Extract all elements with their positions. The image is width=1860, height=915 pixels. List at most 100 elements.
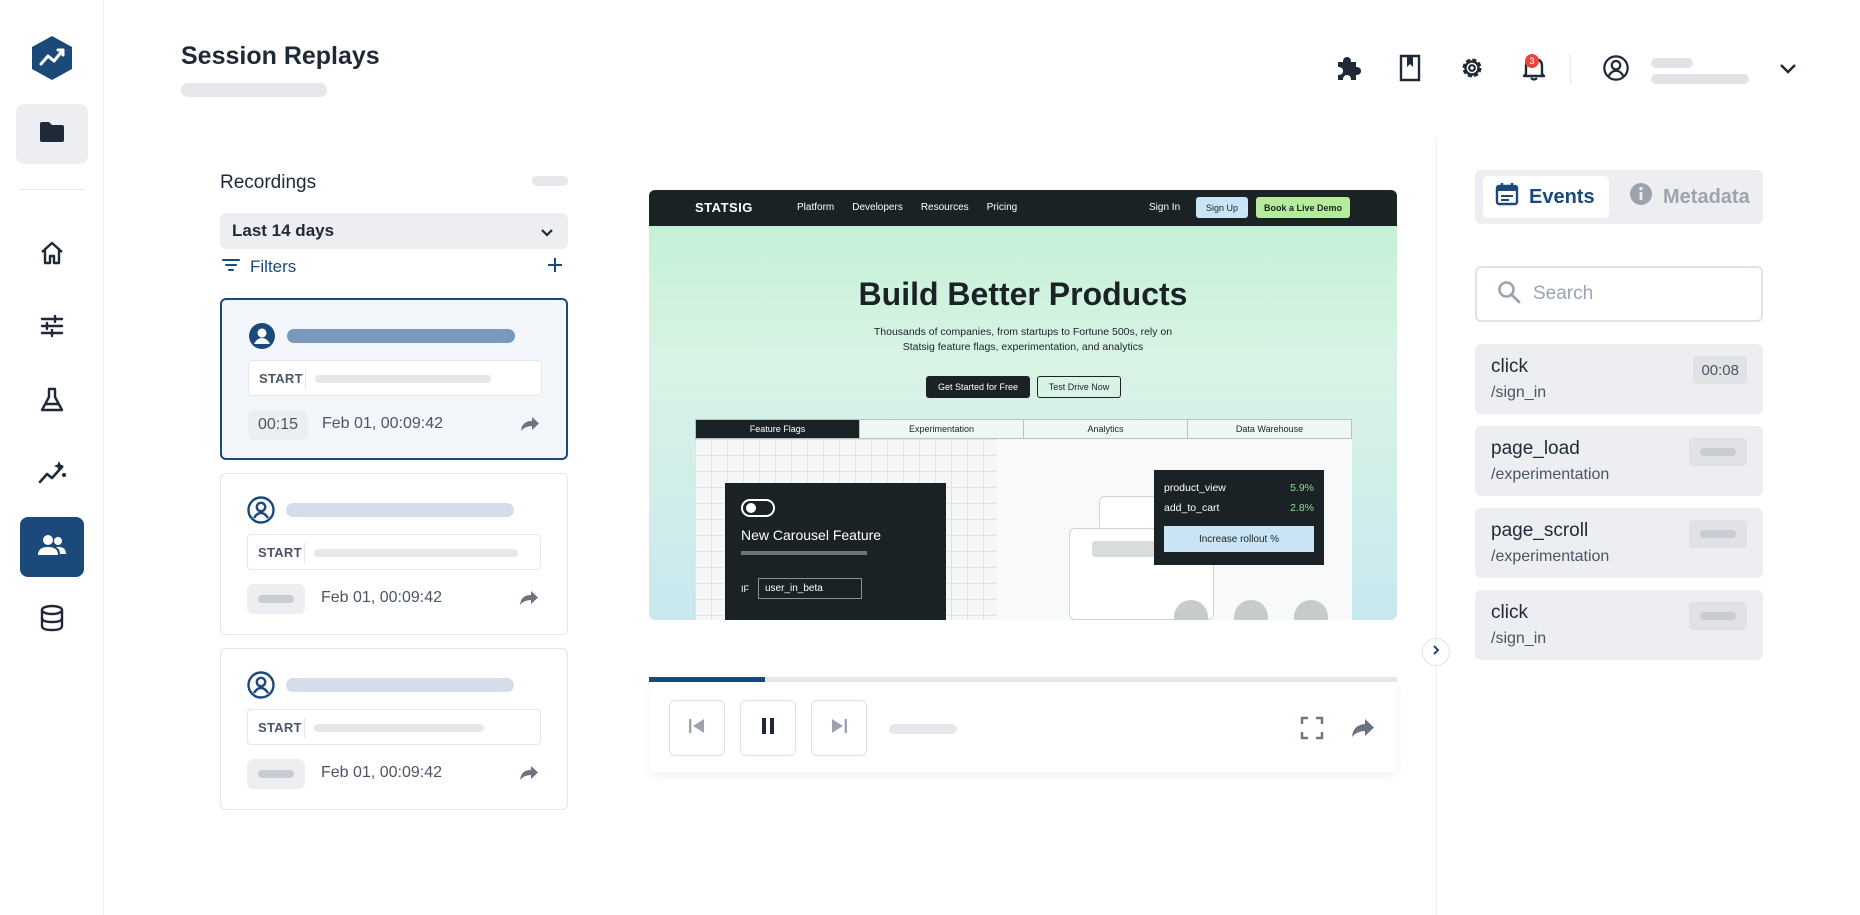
recording-timestamp: Feb 01, 00:09:42 [321,764,442,781]
sidebar-item-projects[interactable] [16,104,88,164]
replay-metric: add_to_cart 2.8% [1164,502,1314,514]
start-page-field: START [247,709,541,745]
replay-rollout-button: Increase rollout % [1164,526,1314,552]
start-page-field: START [248,360,542,396]
info-icon [1629,182,1653,212]
replay-condition-value: user_in_beta [758,578,862,599]
start-page-field: START [247,534,541,570]
event-item[interactable]: click /sign_in [1475,590,1763,660]
event-path: /experimentation [1491,548,1610,565]
sidebar-item-home[interactable] [20,225,84,285]
page-title: Session Replays [181,42,380,70]
duration-skeleton [247,584,305,614]
filters-button[interactable]: Filters [222,257,296,277]
chevron-down-icon [540,223,554,243]
user-name-skeleton [287,329,515,343]
tab-metadata[interactable]: Metadata [1617,176,1762,218]
puzzle-icon[interactable] [1334,54,1362,82]
search-input[interactable] [1533,283,1733,305]
sidebar-item-experiments[interactable] [20,372,84,432]
replay-viewport[interactable]: STATSIG Platform Developers Resources Pr… [649,190,1397,620]
event-path: /sign_in [1491,384,1547,401]
start-page-skeleton [314,549,518,557]
chevron-right-icon [1431,643,1441,661]
user-name-skeleton [286,678,514,692]
player-controls [649,682,1397,772]
metric-name: add_to_cart [1164,502,1220,514]
subtitle-skeleton [181,83,327,97]
skip-next-button[interactable] [811,700,867,756]
event-item[interactable]: page_scroll /experimentation [1475,508,1763,578]
event-name: click [1491,602,1528,623]
skip-previous-button[interactable] [669,700,725,756]
replay-feature-bar [741,551,867,555]
start-separator [304,718,305,738]
fullscreen-icon[interactable] [1298,714,1326,742]
sidebar-item-feature-gates[interactable] [20,298,84,358]
gear-icon[interactable] [1458,54,1486,82]
sidebar-item-users[interactable] [20,517,84,577]
share-icon[interactable] [520,416,540,437]
event-item[interactable]: click /sign_in 00:08 [1475,344,1763,414]
docs-book-icon[interactable] [1396,54,1424,82]
duration-skeleton [247,759,305,789]
filter-lines-icon [222,257,240,277]
pause-button[interactable] [740,700,796,756]
replay-nav-link: Pricing [986,202,1018,213]
recording-card[interactable]: START Feb 01, 00:09:42 [220,473,568,635]
user-name-skeleton [1651,58,1693,68]
tab-events[interactable]: Events [1483,176,1609,218]
add-filter-button[interactable] [544,256,566,278]
flask-icon [38,386,66,419]
pause-icon [759,716,777,741]
recording-card[interactable]: START Feb 01, 00:09:42 [220,648,568,810]
tab-metadata-label: Metadata [1663,185,1750,208]
recordings-count-skeleton [532,176,568,186]
user-name-skeleton [286,503,514,517]
recordings-title: Recordings [220,172,317,193]
event-name: page_scroll [1491,520,1589,541]
replay-nav-link: Platform [797,202,835,213]
event-search[interactable] [1475,266,1763,322]
start-page-skeleton [315,375,491,383]
replay-tabs: Feature Flags Experimentation Analytics … [695,419,1352,439]
chevron-down-icon[interactable] [1774,55,1802,83]
event-time-skeleton [1689,520,1747,548]
statsig-logo-icon[interactable] [28,34,76,82]
replay-sign-up: Sign Up [1196,197,1248,218]
replay-cta-secondary: Test Drive Now [1037,376,1121,398]
expand-panel-button[interactable] [1422,638,1450,666]
date-range-select[interactable]: Last 14 days [220,213,568,249]
account-circle-icon[interactable] [1602,54,1630,82]
users-icon [37,533,67,562]
start-label: START [258,545,302,560]
event-path: /experimentation [1491,466,1610,483]
tab-events-label: Events [1529,185,1595,208]
share-icon[interactable] [519,765,539,786]
replay-brand: STATSIG [695,200,753,215]
sidebar-item-analytics[interactable] [20,445,84,505]
recording-card[interactable]: START 00:15 Feb 01, 00:09:42 [220,298,568,460]
playback-time-skeleton [889,724,957,734]
event-name: page_load [1491,438,1580,459]
replay-tab: Data Warehouse [1187,420,1351,438]
event-item[interactable]: page_load /experimentation [1475,426,1763,496]
event-time-skeleton [1689,602,1747,630]
analytics-sparkle-icon [37,459,67,492]
skip-previous-icon [687,717,707,740]
share-icon[interactable] [519,590,539,611]
metric-name: product_view [1164,482,1226,494]
replay-site-nav: STATSIG Platform Developers Resources Pr… [649,190,1397,226]
toggle-icon [741,499,775,517]
share-icon[interactable] [1349,714,1377,742]
home-icon [38,239,66,272]
replay-tab: Experimentation [859,420,1023,438]
folder-icon [38,120,66,149]
event-name: click [1491,356,1528,377]
recording-timestamp: Feb 01, 00:09:42 [321,589,442,606]
recording-timestamp: Feb 01, 00:09:42 [322,415,443,432]
skip-next-icon [829,717,849,740]
replay-cta-primary: Get Started for Free [926,376,1030,398]
notification-badge: 3 [1525,54,1539,68]
sidebar-item-data-warehouse[interactable] [20,590,84,650]
